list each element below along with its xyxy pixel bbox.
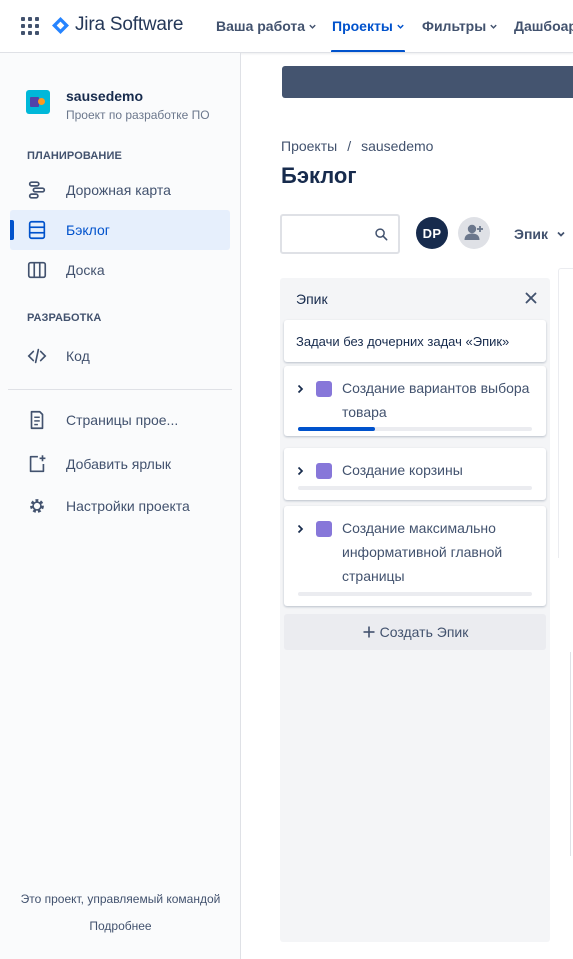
epic-card[interactable]: Создание вариантов выбора товара — [284, 366, 546, 436]
top-navigation: Jira Software Ваша работа Проекты Фильтр… — [0, 0, 573, 53]
product-name: Jira Software — [75, 14, 184, 35]
sidebar-item-roadmap[interactable]: Дорожная карта — [10, 170, 230, 210]
team-managed-note: Это проект, управляемый командой — [20, 892, 221, 906]
chevron-down-icon — [397, 24, 404, 29]
breadcrumb-project[interactable]: sausedemo — [361, 138, 433, 154]
sidebar-item-project-pages[interactable]: Страницы прое... — [10, 400, 230, 440]
project-avatar — [26, 90, 50, 114]
sidebar-item-label: Код — [66, 348, 90, 364]
add-shortcut-icon — [29, 455, 46, 473]
create-epic-label: Создать Эпик — [379, 624, 469, 640]
chevron-down-icon — [557, 231, 565, 237]
jira-diamond-icon — [52, 16, 69, 34]
breadcrumb: Проекты / sausedemo — [281, 138, 433, 154]
backlog-icon — [28, 220, 46, 240]
jira-logo[interactable]: Jira Software — [52, 14, 183, 36]
project-header[interactable]: sausedemo Проект по разработке ПО — [26, 88, 210, 122]
epic-card[interactable]: Создание максимально информативной главн… — [284, 506, 546, 606]
epic-name: Создание максимально информативной главн… — [342, 520, 503, 584]
gear-icon — [30, 499, 44, 513]
chevron-right-icon[interactable] — [294, 523, 306, 535]
add-user-icon — [464, 224, 483, 240]
epic-color-swatch — [316, 463, 332, 479]
create-epic-button[interactable]: Создать Эпик — [284, 614, 546, 650]
nav-filters[interactable]: Фильтры — [422, 18, 498, 34]
sidebar-item-label: Настройки проекта — [66, 498, 190, 514]
sidebar-item-code[interactable]: Код — [10, 336, 230, 376]
sidebar-item-backlog[interactable]: Бэклог — [10, 210, 230, 250]
nav-active-indicator — [331, 50, 405, 52]
roadmap-icon — [28, 181, 46, 199]
epic-name: Создание корзины — [342, 462, 463, 478]
unassigned-issues-card[interactable]: Задачи без дочерних задач «Эпик» — [284, 320, 546, 362]
learn-more-link[interactable]: Подробнее — [0, 919, 241, 933]
epic-filter-label: Эпик — [514, 226, 549, 242]
chevron-down-icon — [309, 24, 316, 29]
section-development: РАЗРАБОТКА — [27, 312, 102, 324]
breadcrumb-projects[interactable]: Проекты — [281, 138, 337, 154]
breadcrumb-separator: / — [347, 138, 352, 154]
epic-progress-fill — [298, 427, 376, 431]
code-icon — [27, 348, 47, 364]
sidebar-item-project-settings[interactable]: Настройки проекта — [10, 486, 230, 526]
close-icon[interactable] — [524, 291, 538, 305]
sidebar-divider — [8, 389, 232, 390]
nav-filters-label: Фильтры — [422, 18, 487, 34]
backlog-list-edge — [558, 268, 573, 558]
sidebar-item-label: Доска — [66, 262, 105, 278]
epic-color-swatch — [316, 381, 332, 397]
chevron-right-icon[interactable] — [294, 383, 306, 395]
project-type: Проект по разработке ПО — [66, 108, 210, 122]
nav-dashboards[interactable]: Дашбоар — [514, 18, 573, 34]
user-avatar[interactable]: DP — [416, 217, 448, 249]
epic-progress-bar — [298, 592, 532, 596]
epic-color-swatch — [316, 521, 332, 537]
nav-your-work[interactable]: Ваша работа — [216, 18, 317, 34]
epic-progress-bar — [298, 486, 532, 490]
sidebar-item-label: Страницы прое... — [66, 412, 179, 428]
app-switcher-icon[interactable] — [21, 17, 39, 35]
board-icon — [27, 261, 47, 279]
plus-icon — [363, 626, 375, 638]
chevron-right-icon[interactable] — [294, 465, 306, 477]
add-people-button[interactable] — [458, 217, 490, 249]
sidebar-item-label: Бэклог — [66, 222, 110, 238]
top-banner — [282, 66, 573, 98]
section-planning: ПЛАНИРОВАНИЕ — [27, 150, 122, 162]
sidebar-item-board[interactable]: Доска — [10, 250, 230, 290]
sidebar-item-label: Дорожная карта — [66, 182, 171, 198]
project-sidebar: sausedemo Проект по разработке ПО ПЛАНИР… — [0, 53, 241, 959]
unassigned-issues-label: Задачи без дочерних задач «Эпик» — [296, 333, 510, 349]
nav-dashboards-label: Дашбоар — [514, 18, 573, 34]
epic-card[interactable]: Создание корзины — [284, 448, 546, 500]
sidebar-item-label: Добавить ярлык — [66, 456, 172, 472]
sidebar-item-add-shortcut[interactable]: Добавить ярлык — [10, 444, 230, 484]
project-name: sausedemo — [66, 88, 144, 104]
pages-icon — [30, 410, 44, 430]
nav-projects-label: Проекты — [332, 18, 393, 34]
epic-panel-title: Эпик — [296, 291, 328, 307]
page-title: Бэклог — [281, 163, 357, 188]
chevron-down-icon — [490, 24, 497, 29]
backlog-search-input[interactable] — [280, 214, 400, 254]
epic-filter-dropdown[interactable]: Эпик — [514, 226, 566, 242]
epic-progress-bar — [298, 427, 532, 431]
epic-panel: Эпик Задачи без дочерних задач «Эпик» Со… — [280, 278, 550, 942]
nav-your-work-label: Ваша работа — [216, 18, 306, 34]
search-icon — [375, 228, 388, 241]
epic-name: Создание вариантов выбора товара — [342, 380, 530, 420]
nav-projects[interactable]: Проекты — [332, 18, 405, 34]
